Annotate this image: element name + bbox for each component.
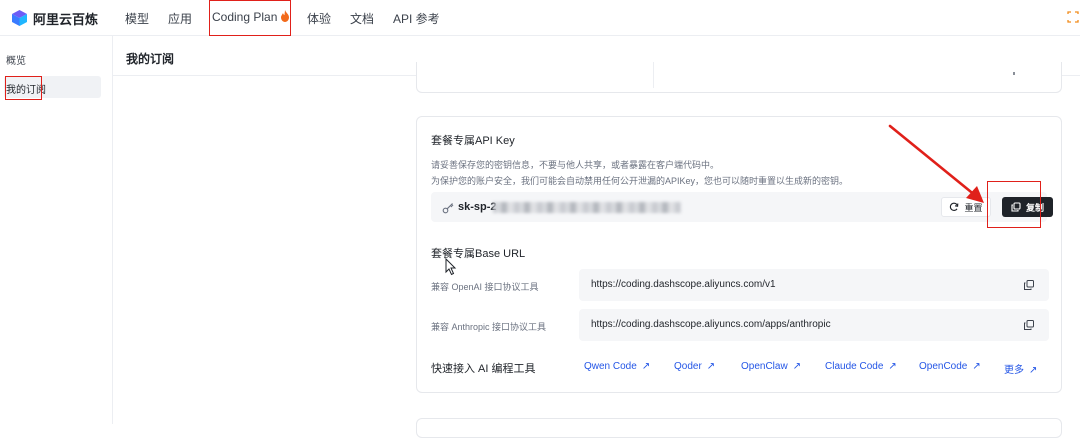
- tool-link-label: Qoder: [674, 361, 702, 372]
- anthropic-url-field: https://coding.dashscope.aliyuncs.com/ap…: [579, 309, 1049, 341]
- arrow-up-right-icon: ↗: [1029, 365, 1038, 376]
- api-key-description-line2: 为保护您的账户安全，我们可能会自动禁用任何公开泄漏的APIKey，您也可以随时重…: [431, 176, 849, 186]
- card-mark: [1013, 72, 1015, 75]
- openai-url-field: https://coding.dashscope.aliyuncs.com/v1: [579, 269, 1049, 301]
- nav-item-docs[interactable]: 文档: [350, 10, 374, 27]
- annotation-box-my-subscription: [5, 76, 42, 100]
- api-key-value: sk-sp-2: [458, 201, 497, 213]
- anthropic-url-label: 兼容 Anthropic 接口协议工具: [431, 322, 547, 332]
- arrow-up-right-icon: ↗: [706, 361, 716, 372]
- nav-item-api-reference[interactable]: API 参考: [393, 10, 440, 27]
- expand-icon[interactable]: [1066, 10, 1080, 24]
- tool-link-claude-code[interactable]: Claude Code ↗: [825, 361, 897, 372]
- anthropic-url-value[interactable]: https://coding.dashscope.aliyuncs.com/ap…: [591, 319, 831, 330]
- brand-name: 阿里云百炼: [33, 11, 99, 27]
- arrow-up-right-icon: ↗: [641, 361, 651, 372]
- key-icon: [442, 203, 454, 214]
- arrow-up-right-icon: ↗: [972, 361, 981, 372]
- bailian-logo-icon: [12, 10, 27, 26]
- copy-icon[interactable]: [1023, 319, 1035, 331]
- next-card: [416, 418, 1062, 438]
- arrow-up-right-icon: ↗: [888, 361, 897, 372]
- tool-link-opencode[interactable]: OpenCode ↗: [919, 361, 981, 372]
- arrow-up-right-icon: ↗: [792, 361, 802, 372]
- annotation-arrow-icon: [888, 124, 984, 203]
- brand[interactable]: 阿里云百炼: [10, 9, 98, 27]
- tool-link-qwen-code[interactable]: Qwen Code ↗: [584, 361, 650, 372]
- openai-url-label: 兼容 OpenAI 接口协议工具: [431, 282, 539, 292]
- annotation-box-copy-button: [987, 181, 1041, 228]
- api-key-description-line1: 请妥善保存您的密钥信息，不要与他人共享，或者暴露在客户端代码中。: [431, 160, 720, 170]
- top-navigation: 阿里云百炼 模型 应用 Coding Plan 体验 文档 API 参考: [0, 0, 1080, 36]
- openai-url-value[interactable]: https://coding.dashscope.aliyuncs.com/v1: [591, 279, 776, 290]
- tools-title: 快速接入 AI 编程工具: [431, 363, 536, 375]
- mouse-cursor-icon: [445, 258, 457, 276]
- page-title: 我的订阅: [126, 52, 175, 66]
- tool-link-label: OpenClaw: [741, 361, 788, 372]
- card-divider: [653, 62, 654, 88]
- tool-link-openclaw[interactable]: OpenClaw ↗: [741, 361, 801, 372]
- nav-item-models[interactable]: 模型: [125, 10, 149, 27]
- tool-link-more[interactable]: 更多 ↗: [1004, 361, 1037, 376]
- copy-icon[interactable]: [1023, 279, 1035, 291]
- sidebar-item-overview[interactable]: 概览: [6, 52, 26, 67]
- tool-link-label: 更多: [1004, 365, 1024, 376]
- nav-item-experience[interactable]: 体验: [307, 10, 331, 27]
- previous-card: [416, 62, 1062, 93]
- tool-link-qoder[interactable]: Qoder ↗: [674, 361, 715, 372]
- tool-link-label: Claude Code: [825, 361, 884, 372]
- annotation-box-coding-plan: [209, 0, 291, 36]
- tool-link-label: OpenCode: [919, 361, 968, 372]
- api-key-title: 套餐专属API Key: [431, 135, 515, 147]
- tool-link-label: Qwen Code: [584, 361, 637, 372]
- nav-item-apps[interactable]: 应用: [168, 10, 192, 27]
- api-key-redacted: [493, 202, 681, 213]
